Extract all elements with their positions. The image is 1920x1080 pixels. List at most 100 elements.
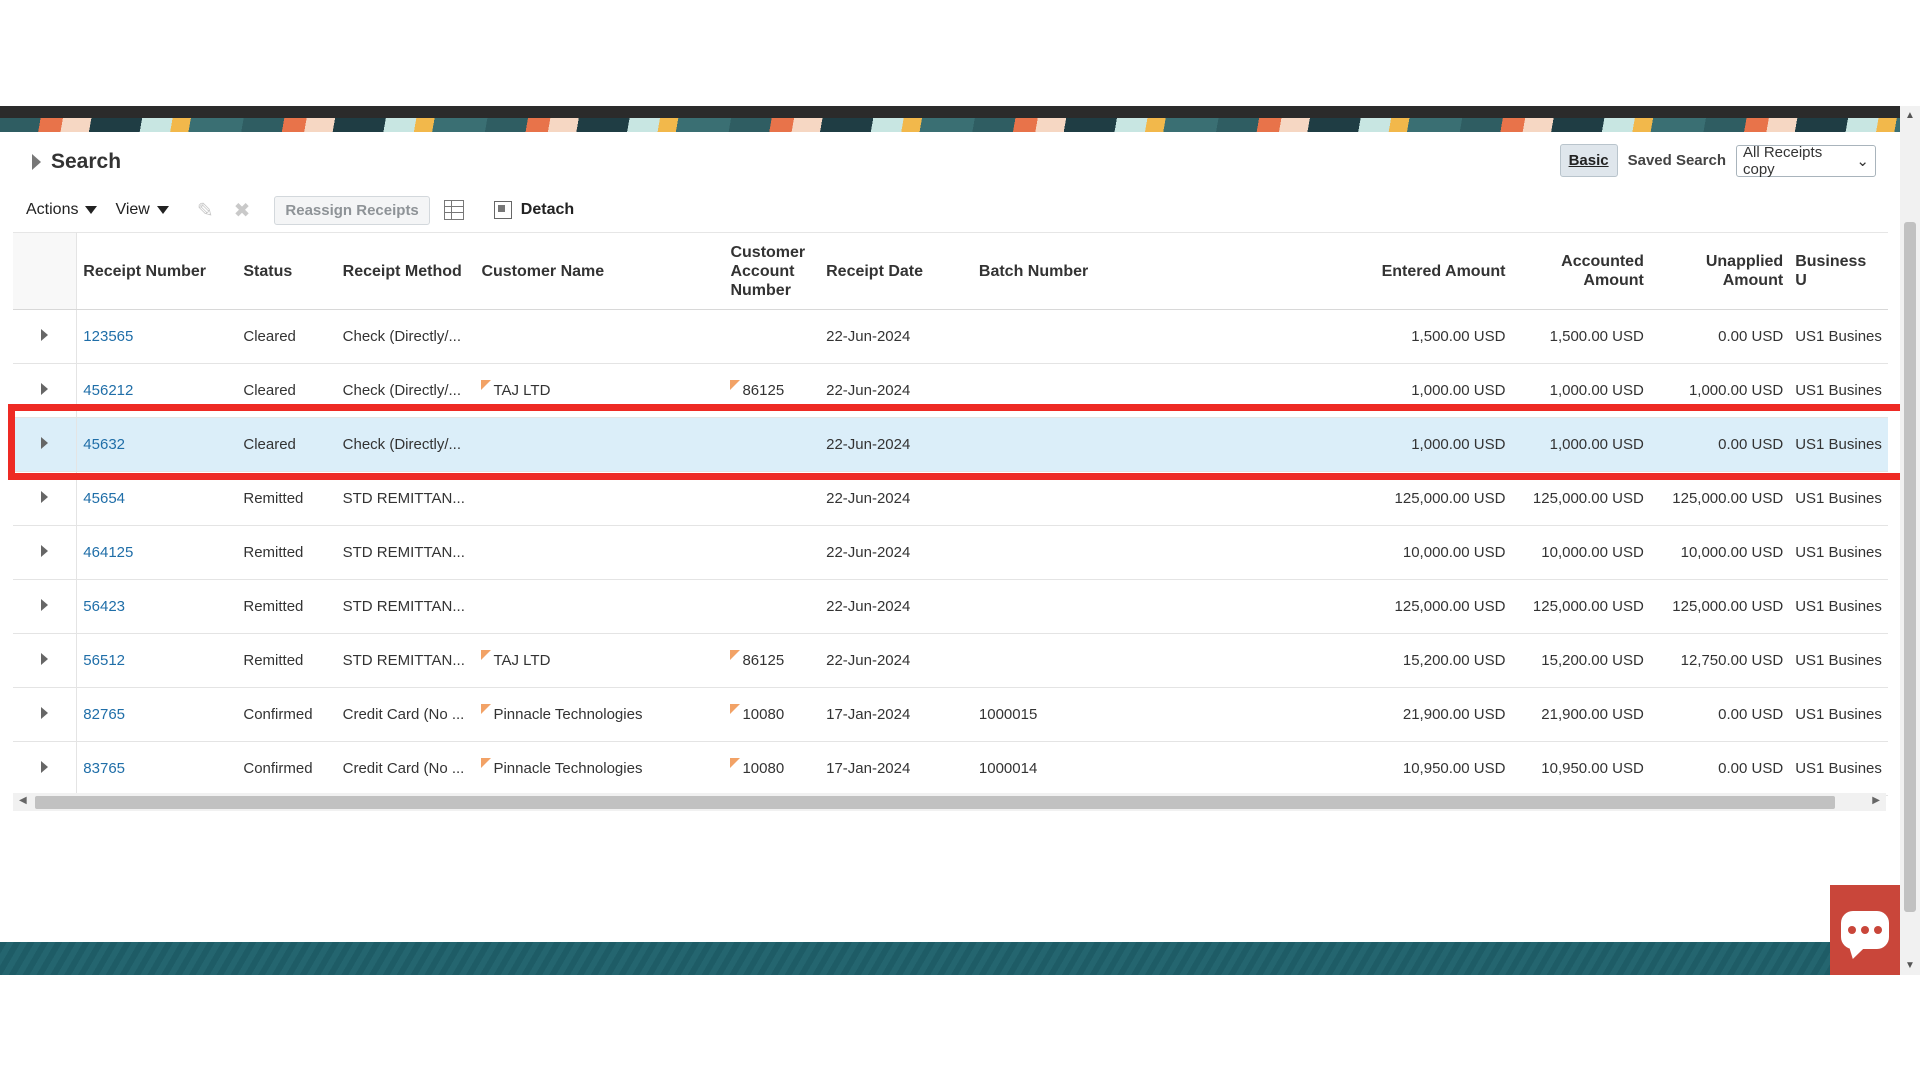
cell-customer-account-number: 86125	[724, 633, 821, 688]
table-row[interactable]: 456212 Cleared Check (Directly/... TAJ LTD 8…	[13, 363, 1888, 418]
cell-customer-account-number	[724, 579, 821, 634]
horizontal-scrollbar[interactable]: ◀ ▶	[13, 793, 1886, 811]
table-row[interactable]: 464125 Remitted STD REMITTAN... 22-Jun-2024…	[13, 525, 1888, 580]
cell-accounted-amount: 125,000.00 USD	[1511, 471, 1650, 526]
cell-receipt-date: 22-Jun-2024	[820, 471, 973, 526]
header-batch-number[interactable]: Batch Number	[972, 232, 1197, 310]
scroll-down-icon[interactable]: ▼	[1905, 960, 1915, 971]
saved-search-select[interactable]: All Receipts copy ⌄	[1736, 144, 1876, 178]
dropdown-triangle-icon	[156, 206, 169, 214]
cell-receipt-number[interactable]: 45632	[76, 417, 238, 472]
table-row[interactable]: 45654 Remitted STD REMITTAN... 22-Jun-2024 1…	[13, 471, 1888, 526]
row-expand-icon[interactable]	[13, 525, 78, 580]
table-row[interactable]: 83765 Confirmed Credit Card (No ... Pinnacl…	[13, 741, 1888, 796]
table-row[interactable]: 45632 Cleared Check (Directly/... 22-Jun-20…	[13, 417, 1888, 472]
header-customer-name[interactable]: Customer Name	[475, 232, 725, 310]
scroll-right-icon[interactable]: ▶	[1872, 795, 1880, 806]
table-row[interactable]: 56512 Remitted STD REMITTAN... TAJ LTD 86125…	[13, 633, 1888, 688]
footer-bar	[0, 942, 1900, 975]
cell-business-unit: US1 Busines	[1789, 417, 1888, 472]
row-expand-icon[interactable]	[13, 417, 78, 472]
cell-accounted-amount: 21,900.00 USD	[1511, 687, 1650, 742]
cell-unapplied-amount: 0.00 USD	[1649, 741, 1790, 796]
cell-customer-name: Pinnacle Technologies	[475, 741, 725, 796]
cell-business-unit: US1 Busines	[1789, 633, 1888, 688]
cell-customer-name	[475, 579, 725, 634]
header-status[interactable]: Status	[237, 232, 337, 310]
vertical-scroll-thumb[interactable]	[1904, 222, 1916, 912]
flagged-value: Pinnacle Technologies	[481, 706, 642, 723]
view-menu[interactable]: View	[115, 201, 169, 219]
cell-receipt-number[interactable]: 83765	[76, 741, 238, 796]
cell-customer-account-number: 10080	[724, 741, 821, 796]
actions-menu[interactable]: Actions	[26, 201, 98, 219]
cell-receipt-number[interactable]: 456212	[76, 363, 238, 418]
row-expand-icon[interactable]	[13, 633, 78, 688]
chevron-down-icon: ⌄	[1856, 152, 1869, 170]
cell-customer-name	[475, 471, 725, 526]
cell-receipt-number[interactable]: 464125	[76, 525, 238, 580]
header-business-unit[interactable]: Business U	[1789, 232, 1888, 310]
scroll-left-icon[interactable]: ◀	[19, 795, 27, 806]
header-customer-account-number[interactable]: Customer Account Number	[724, 232, 821, 310]
scroll-up-icon[interactable]: ▲	[1905, 110, 1915, 121]
delete-x-icon[interactable]: ✖	[234, 198, 251, 223]
cell-receipt-method: STD REMITTAN...	[336, 579, 476, 634]
cell-unapplied-amount: 10,000.00 USD	[1649, 525, 1790, 580]
table-row[interactable]: 82765 Confirmed Credit Card (No ... Pinnacl…	[13, 687, 1888, 742]
cell-receipt-date: 17-Jan-2024	[820, 741, 973, 796]
search-section-toggle[interactable]: Search	[32, 148, 121, 176]
cell-receipt-date: 22-Jun-2024	[820, 363, 973, 418]
table-row[interactable]: 123565 Cleared Check (Directly/... 22-Jun-2…	[13, 309, 1888, 364]
table-row[interactable]: 56423 Remitted STD REMITTAN... 22-Jun-2024 1…	[13, 579, 1888, 634]
chat-button[interactable]	[1830, 885, 1900, 975]
cell-entered-amount: 21,900.00 USD	[1196, 687, 1512, 742]
cell-unapplied-amount: 12,750.00 USD	[1649, 633, 1790, 688]
header-unapplied-amount[interactable]: Unapplied Amount	[1649, 232, 1790, 310]
cell-receipt-date: 17-Jan-2024	[820, 687, 973, 742]
cell-receipt-number[interactable]: 56512	[76, 633, 238, 688]
cell-status: Cleared	[237, 309, 337, 364]
cell-business-unit: US1 Busines	[1789, 687, 1888, 742]
decorative-banner	[0, 118, 1900, 132]
cell-accounted-amount: 125,000.00 USD	[1511, 579, 1650, 634]
detach-button[interactable]: Detach	[493, 201, 575, 219]
row-expand-icon[interactable]	[13, 687, 78, 742]
cell-receipt-method: Check (Directly/...	[336, 417, 476, 472]
vertical-scrollbar[interactable]: ▲ ▼	[1900, 106, 1920, 975]
row-expand-icon[interactable]	[13, 471, 78, 526]
header-receipt-number[interactable]: Receipt Number	[76, 232, 238, 310]
cell-receipt-number[interactable]: 123565	[76, 309, 238, 364]
header-receipt-date[interactable]: Receipt Date	[820, 232, 973, 310]
cell-customer-name	[475, 417, 725, 472]
cell-receipt-method: Check (Directly/...	[336, 363, 476, 418]
actions-label: Actions	[26, 201, 79, 218]
view-label: View	[115, 201, 150, 218]
horizontal-scroll-thumb[interactable]	[35, 796, 1835, 809]
cell-entered-amount: 10,000.00 USD	[1196, 525, 1512, 580]
cell-batch-number	[972, 525, 1197, 580]
row-expand-icon[interactable]	[13, 579, 78, 634]
cell-unapplied-amount: 0.00 USD	[1649, 417, 1790, 472]
row-expand-icon[interactable]	[13, 309, 78, 364]
cell-entered-amount: 15,200.00 USD	[1196, 633, 1512, 688]
pencil-icon[interactable]: ✎	[197, 198, 214, 223]
cell-entered-amount: 1,000.00 USD	[1196, 363, 1512, 418]
cell-status: Remitted	[237, 471, 337, 526]
basic-button[interactable]: Basic	[1559, 144, 1618, 177]
cell-receipt-number[interactable]: 56423	[76, 579, 238, 634]
cell-receipt-number[interactable]: 45654	[76, 471, 238, 526]
freeze-columns-icon[interactable]	[443, 200, 464, 220]
top-bar	[0, 106, 1900, 118]
flagged-value: 86125	[730, 382, 784, 399]
header-accounted-amount[interactable]: Accounted Amount	[1511, 232, 1650, 310]
cell-receipt-number[interactable]: 82765	[76, 687, 238, 742]
row-expand-icon[interactable]	[13, 741, 78, 796]
header-entered-amount[interactable]: Entered Amount	[1196, 232, 1512, 310]
reassign-receipts-button[interactable]: Reassign Receipts	[274, 195, 430, 225]
table-header-row: Receipt Number Status Receipt Method Cus…	[13, 232, 1888, 310]
cell-batch-number: 1000014	[972, 741, 1197, 796]
row-expand-icon[interactable]	[13, 363, 78, 418]
detach-label: Detach	[520, 201, 575, 218]
header-receipt-method[interactable]: Receipt Method	[336, 232, 476, 310]
